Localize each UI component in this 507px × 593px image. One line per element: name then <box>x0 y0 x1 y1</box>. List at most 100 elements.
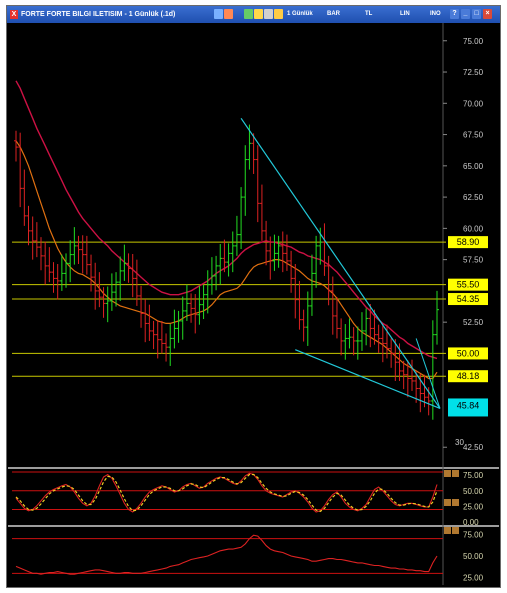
y-tick-label: 52.50 <box>463 318 484 327</box>
ohlc-bar <box>189 293 194 323</box>
y-tick-label: 65.00 <box>463 162 484 171</box>
counter-label: 30 <box>455 438 464 447</box>
ohlc-bar <box>405 360 410 398</box>
panel-close-icon[interactable] <box>452 527 459 534</box>
level-label: 54.35 <box>457 294 480 304</box>
ohlc-bar <box>168 324 173 366</box>
ohlc-bar <box>330 276 335 335</box>
ohlc-bar <box>18 132 23 208</box>
ohlc-bar <box>172 309 177 349</box>
ohlc-bar <box>147 304 152 341</box>
ohlc-bar <box>51 262 56 293</box>
ohlc-bar <box>14 130 18 162</box>
ohlc-bar <box>22 169 27 226</box>
y-tick-label: 72.50 <box>463 68 484 77</box>
oscillator-y-label: 25.00 <box>463 502 484 511</box>
panel-close-icon[interactable] <box>452 470 459 477</box>
panel-settings-icon[interactable] <box>444 527 451 534</box>
ohlc-bar <box>72 227 77 265</box>
ohlc-bar <box>284 234 289 271</box>
oscillator-y-label: 50.00 <box>463 487 484 496</box>
ohlc-bar <box>309 254 314 316</box>
current-price-label: 45.84 <box>457 400 480 410</box>
ohlc-bar <box>376 324 381 353</box>
ohlc-bar <box>105 286 110 323</box>
y-tick-label: 70.00 <box>463 99 484 108</box>
ohlc-bar <box>118 256 123 301</box>
trendline-upper <box>240 117 441 409</box>
chart-canvas: 75.00 72.50 70.00 67.50 65.00 62.50 60.00 57.50… <box>8 23 499 585</box>
ohlc-bar <box>201 284 206 320</box>
ohlc-bar <box>301 309 306 342</box>
y-tick-label: 75.00 <box>463 37 484 46</box>
level-label: 48.18 <box>457 371 480 381</box>
moving-average-short <box>15 140 438 380</box>
ohlc-bar <box>109 273 114 311</box>
ohlc-bar <box>280 231 285 273</box>
level-label: 55.50 <box>457 280 480 290</box>
ohlc-bar <box>43 241 48 285</box>
ohlc-bar <box>343 324 348 360</box>
ohlc-bar <box>143 299 148 343</box>
ohlc-bar <box>351 327 356 356</box>
level-label: 58.90 <box>457 237 480 247</box>
ohlc-bar <box>234 215 239 256</box>
ohlc-bar <box>89 254 94 292</box>
ohlc-bar <box>239 187 244 250</box>
ohlc-bar <box>68 240 73 283</box>
ohlc-bar <box>218 244 223 285</box>
ohlc-bar <box>164 333 169 362</box>
ohlc-bar <box>264 220 269 266</box>
ohlc-bar <box>139 285 144 328</box>
ohlc-bar <box>64 253 69 288</box>
ohlc-bar <box>259 184 264 241</box>
ohlc-bar <box>322 223 327 276</box>
ohlc-bar <box>59 254 64 291</box>
oscillator-line <box>15 472 438 513</box>
ohlc-bar <box>114 272 119 307</box>
ohlc-bar <box>339 318 344 356</box>
panel-settings-icon[interactable] <box>444 470 451 477</box>
ohlc-bar <box>334 297 339 339</box>
y-tick-label: 57.50 <box>463 256 484 265</box>
ohlc-bar <box>197 285 202 325</box>
ohlc-bar <box>268 236 273 280</box>
ohlc-bar <box>176 310 181 343</box>
level-label: 50.00 <box>457 348 480 358</box>
ohlc-bar <box>401 360 406 390</box>
ohlc-bar <box>297 280 302 330</box>
ohlc-bar <box>226 243 231 277</box>
ohlc-bar <box>126 253 131 283</box>
ohlc-bar <box>355 326 360 360</box>
ohlc-bar <box>159 320 164 354</box>
ohlc-bar <box>55 264 60 300</box>
panel-close-icon[interactable] <box>452 499 459 506</box>
ohlc-bar <box>380 324 385 363</box>
ohlc-bar <box>30 216 35 260</box>
trendline-lower <box>295 349 441 410</box>
ohlc-bar <box>305 291 310 346</box>
ohlc-bar <box>76 235 81 265</box>
moving-average-long <box>15 80 438 360</box>
ohlc-bar <box>34 222 39 258</box>
ohlc-bar <box>151 320 156 350</box>
ohlc-bar <box>209 257 214 295</box>
y-tick-label: 42.50 <box>463 443 484 452</box>
y-tick-label: 62.50 <box>463 193 484 202</box>
ohlc-bar <box>93 262 98 310</box>
ohlc-bar <box>80 235 85 274</box>
ohlc-bar <box>255 145 260 223</box>
ohlc-bar <box>272 234 277 271</box>
ohlc-bar <box>243 145 248 216</box>
ohlc-bar <box>47 247 52 283</box>
panel-settings-icon[interactable] <box>444 499 451 506</box>
indicator-y-label: 50.00 <box>463 552 484 561</box>
y-tick-label: 60.00 <box>463 224 484 233</box>
ohlc-bar <box>347 318 352 349</box>
ohlc-bar <box>130 254 135 298</box>
ohlc-bar <box>155 320 160 359</box>
ohlc-bar <box>26 205 31 246</box>
y-tick-label: 67.50 <box>463 131 484 140</box>
ohlc-bar <box>409 359 414 391</box>
oscillator-y-label: 75.00 <box>463 471 484 480</box>
